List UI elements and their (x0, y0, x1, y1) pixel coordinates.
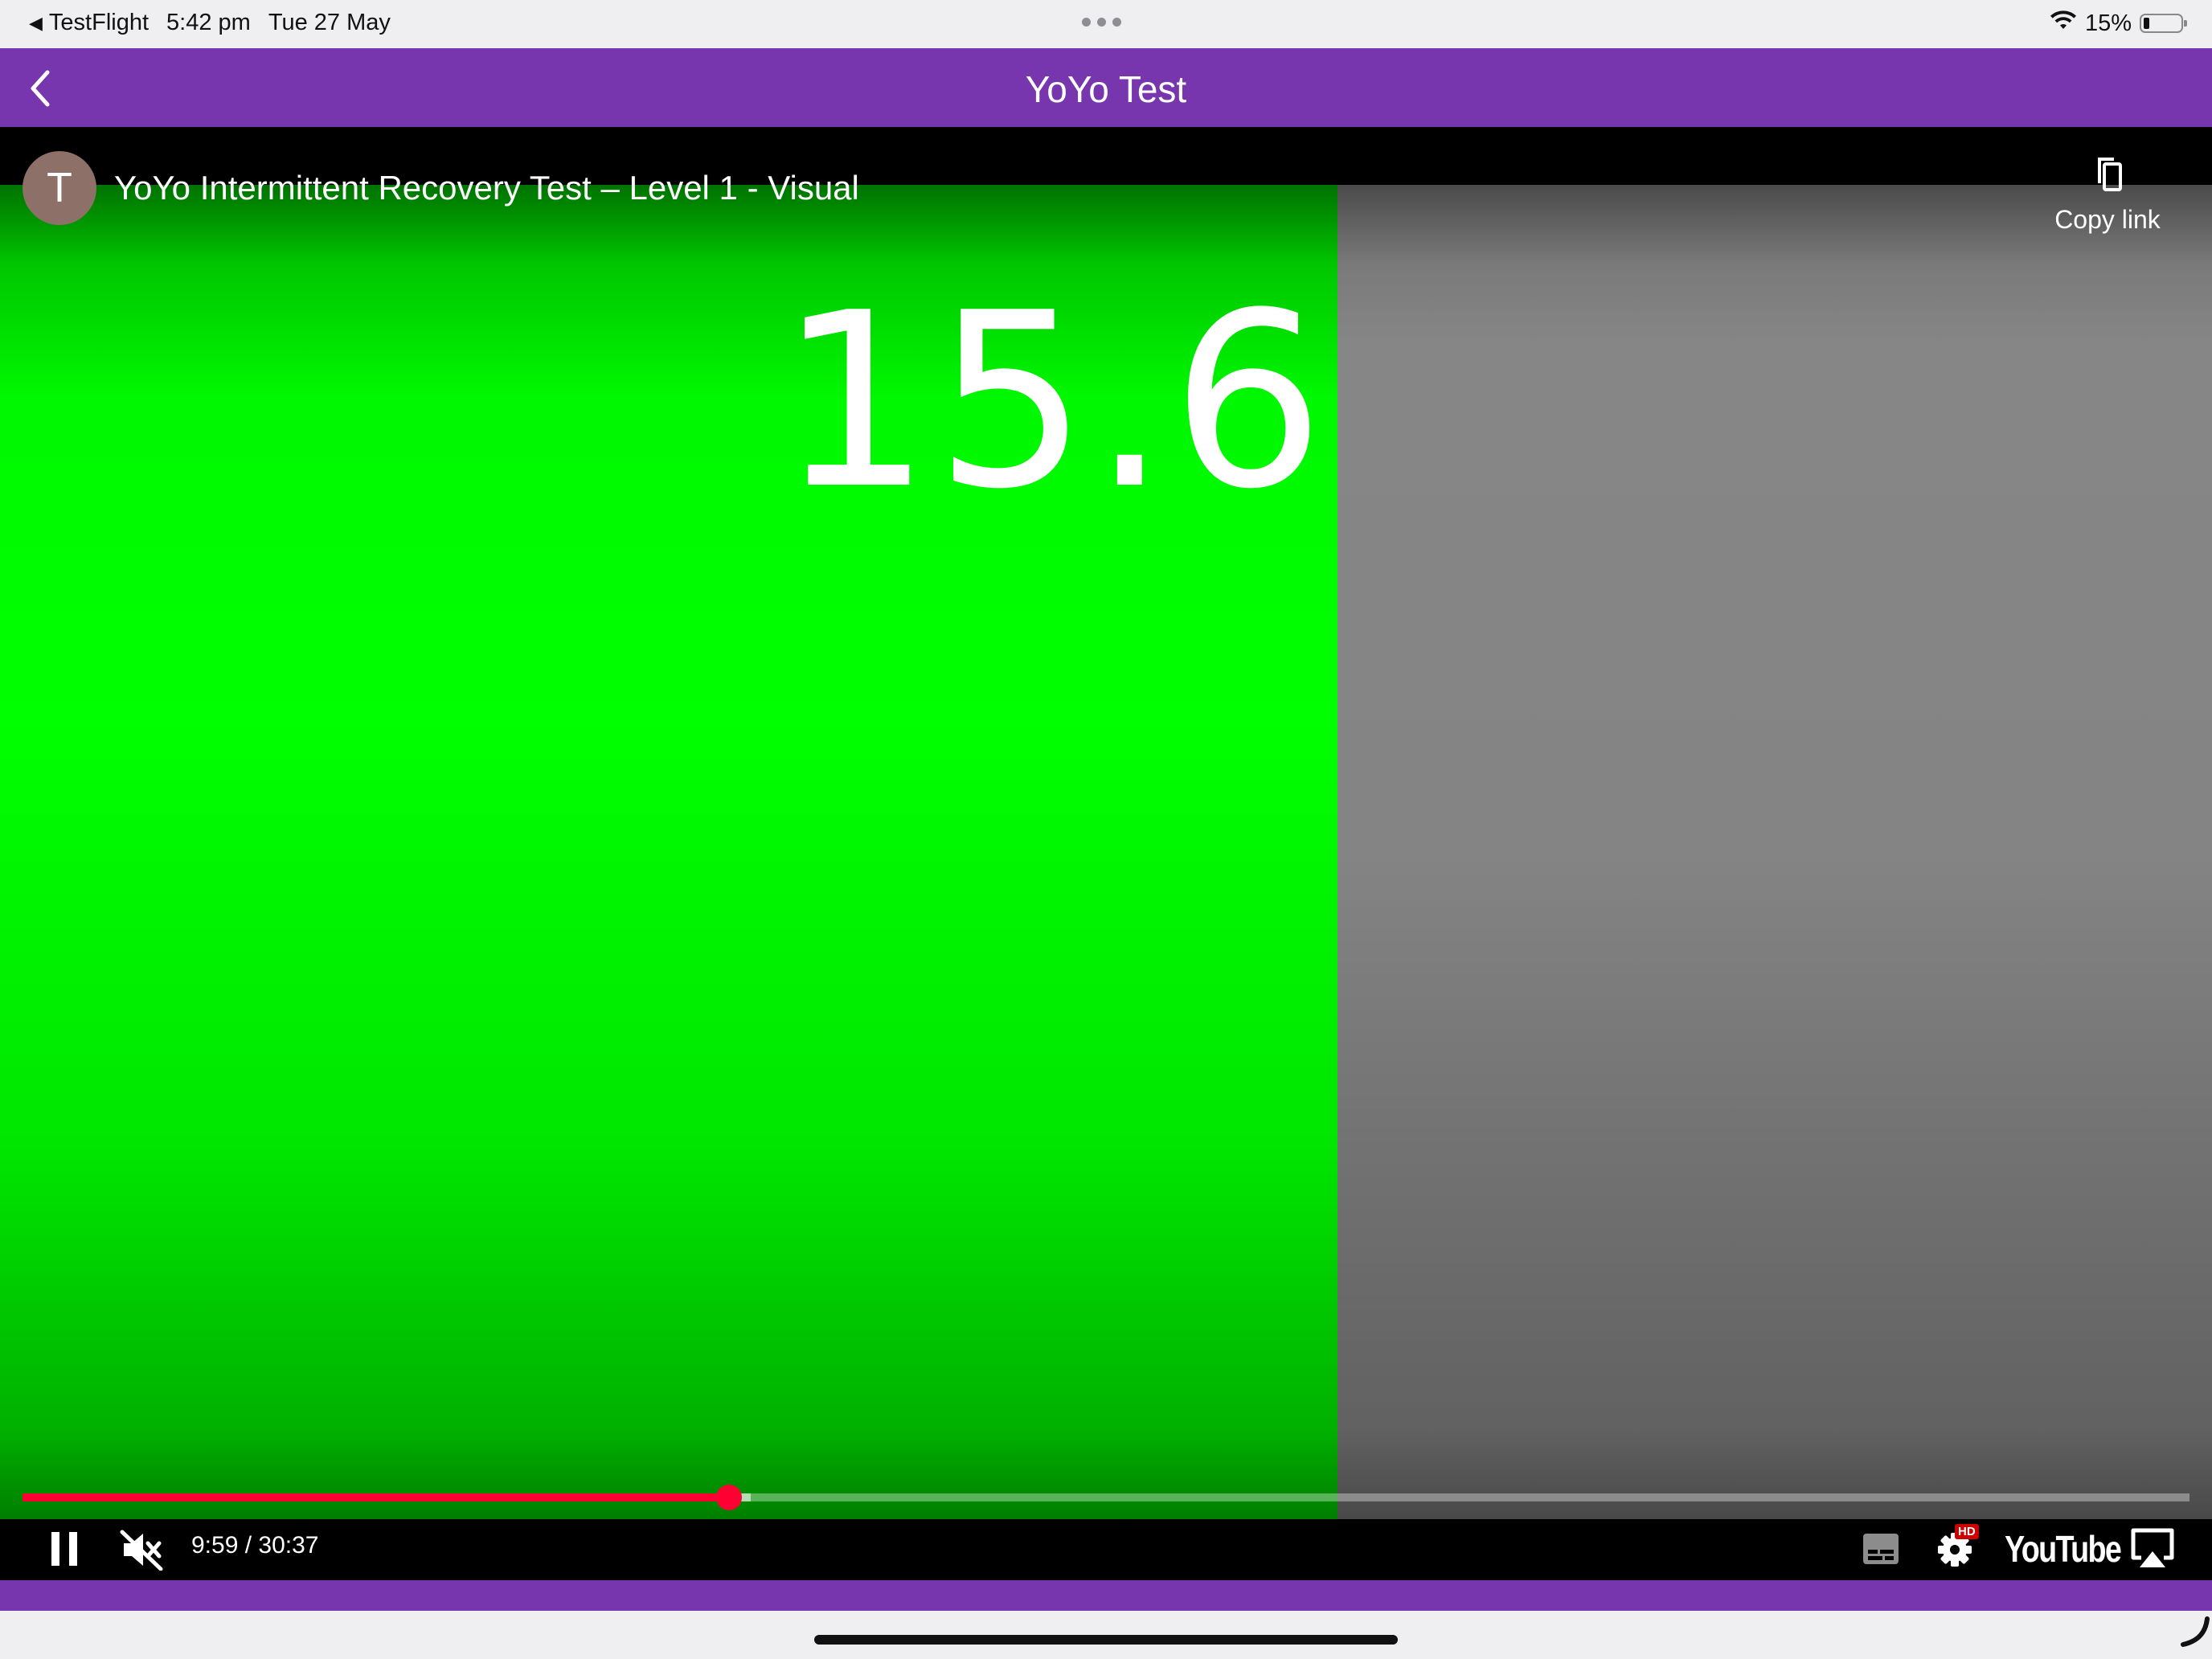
back-to-app-link[interactable]: ◀ TestFlight (29, 10, 149, 36)
captions-button[interactable] (1862, 1532, 1900, 1570)
progress-played (23, 1493, 729, 1501)
volume-muted-icon (120, 1530, 163, 1571)
progress-bar[interactable] (23, 1485, 2189, 1510)
airplay-icon (2131, 1528, 2174, 1567)
video-frame[interactable]: 15.6 (0, 185, 2212, 1519)
home-indicator-area (0, 1611, 2212, 1659)
youtube-logo-button[interactable]: YouTube (2005, 1527, 2122, 1571)
status-bar: ◀ TestFlight 5:42 pm Tue 27 May 15% (0, 0, 2212, 48)
copy-link-label: Copy link (2054, 205, 2161, 234)
bottom-app-strip (0, 1580, 2212, 1611)
hd-badge: HD (1955, 1524, 1979, 1539)
back-triangle-icon: ◀ (29, 12, 43, 33)
home-indicator[interactable] (814, 1635, 1398, 1645)
airplay-button[interactable] (2128, 1527, 2177, 1575)
scrubber-handle[interactable] (715, 1485, 742, 1510)
video-title[interactable]: YoYo Intermittent Recovery Test – Level … (114, 169, 859, 207)
window-resize-handle-icon[interactable] (2178, 1616, 2210, 1648)
time-display: 9:59 / 30:37 (191, 1532, 319, 1559)
mute-button[interactable] (119, 1529, 166, 1575)
player-controls: 9:59 / 30:37 HD YouTube (0, 1519, 2212, 1580)
battery-icon (2140, 14, 2187, 33)
status-time: 5:42 pm (166, 10, 251, 35)
subtitles-icon (1863, 1534, 1899, 1564)
wifi-icon (2050, 10, 2077, 37)
settings-button[interactable]: HD (1936, 1524, 1979, 1571)
copy-link-button[interactable]: Copy link (2043, 154, 2172, 235)
video-player[interactable]: 15.6 T YoYo Intermittent Recovery Test –… (0, 127, 2212, 1580)
copy-icon (2098, 158, 2122, 191)
multitasking-dots-icon[interactable] (1082, 18, 1121, 27)
page-title: YoYo Test (1025, 68, 1187, 110)
app-navigation-bar: YoYo Test (0, 48, 2212, 127)
channel-avatar[interactable]: T (23, 151, 96, 225)
top-overlay: T YoYo Intermittent Recovery Test – Leve… (0, 127, 2212, 264)
level-number: 15.6 (778, 261, 1328, 542)
gray-panel (1337, 185, 2212, 1519)
pause-button[interactable] (47, 1529, 82, 1573)
status-date: Tue 27 May (268, 10, 391, 35)
battery-percentage: 15% (2084, 10, 2132, 36)
back-app-label: TestFlight (48, 10, 150, 35)
pause-icon (51, 1532, 77, 1566)
